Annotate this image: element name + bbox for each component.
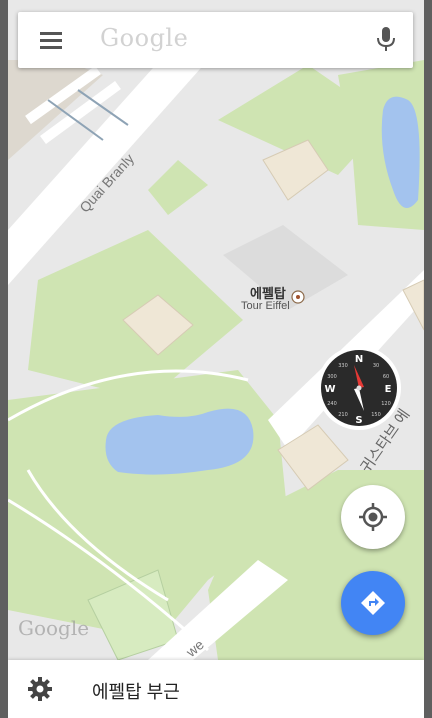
compass-icon[interactable]: N E S W 30 60 120 150 210 240 300 330: [316, 345, 402, 431]
compass-deg-60: 60: [383, 374, 389, 380]
map-app-frame: 에펠탑 Tour Eiffel Quai Branly 귀스타브 에 we Go…: [8, 0, 424, 718]
search-input-placeholder[interactable]: Google: [100, 24, 188, 52]
compass-deg-330: 330: [338, 363, 348, 369]
directions-button[interactable]: [341, 571, 405, 635]
google-watermark: Google: [18, 616, 90, 640]
compass-w-label: W: [324, 384, 335, 395]
compass-deg-210: 210: [338, 412, 348, 418]
gear-icon[interactable]: [27, 676, 53, 702]
poi-name-english[interactable]: Tour Eiffel: [241, 300, 290, 312]
my-location-button[interactable]: [341, 485, 405, 549]
compass-deg-30: 30: [373, 363, 379, 369]
hamburger-menu-icon[interactable]: [40, 32, 62, 49]
compass-s-label: S: [355, 415, 362, 426]
compass-deg-150: 150: [371, 412, 381, 418]
compass-deg-300: 300: [327, 374, 337, 380]
compass-deg-120: 120: [381, 401, 391, 407]
map-canvas[interactable]: [8, 0, 424, 660]
nearby-places-label[interactable]: 에펠탑 부근: [92, 678, 180, 704]
compass-deg-240: 240: [327, 401, 337, 407]
my-location-icon: [359, 503, 387, 531]
bottom-bar[interactable]: 에펠탑 부근: [8, 660, 424, 718]
compass-n-label: N: [355, 354, 363, 365]
directions-icon: [361, 591, 385, 615]
microphone-icon[interactable]: [375, 26, 397, 54]
search-bar[interactable]: Google: [18, 12, 413, 68]
compass-e-label: E: [385, 384, 392, 395]
